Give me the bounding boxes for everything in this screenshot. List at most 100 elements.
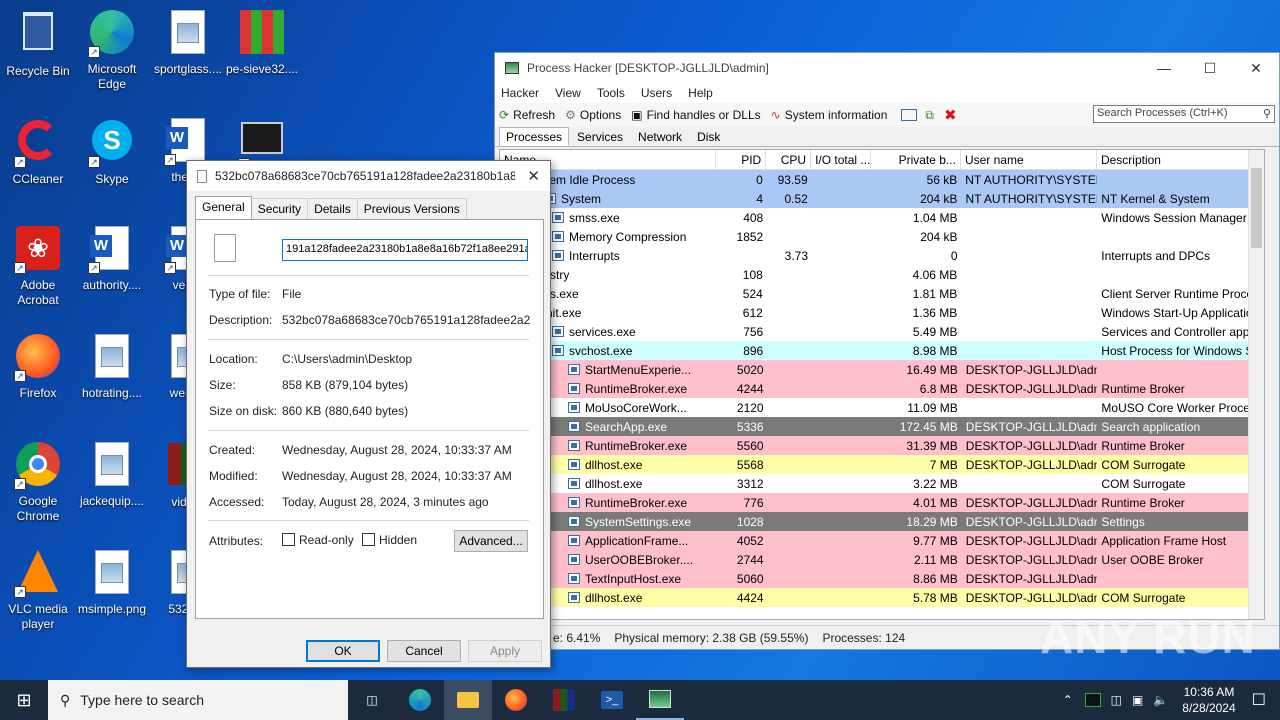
process-row[interactable]: ApplicationFrame... 4052 9.77 MB DESKTOP-JG… xyxy=(500,531,1264,550)
process-row[interactable]: RuntimeBroker.exe 5560 31.39 MB DESKTOP-JGL… xyxy=(500,436,1264,455)
process-row[interactable]: srss.exe 524 1.81 MB Client Server Runtime … xyxy=(500,284,1264,303)
process-row[interactable]: RuntimeBroker.exe 776 4.01 MB DESKTOP-JGLLJ… xyxy=(500,493,1264,512)
process-row[interactable]: dllhost.exe 5568 7 MB DESKTOP-JGLLJLD\admi C… xyxy=(500,455,1264,474)
tab-network[interactable]: Network xyxy=(631,127,689,146)
ok-button[interactable]: OK xyxy=(306,640,380,662)
device-icon[interactable]: ◫ xyxy=(1111,693,1122,707)
chevron-up-icon[interactable]: ⌃ xyxy=(1063,693,1073,707)
desktop-icon-jackequip-file[interactable]: jackequip.... xyxy=(74,440,150,509)
tab-security[interactable]: Security xyxy=(250,198,309,221)
network-icon[interactable]: ▣ xyxy=(1132,693,1143,707)
powershell-taskbar-button[interactable]: >_ xyxy=(588,680,636,720)
desktop-icon-google-chrome[interactable]: ↗ Google Chrome xyxy=(0,440,76,524)
tab-processes[interactable]: Processes xyxy=(499,127,570,146)
desktop-icon-adobe-acrobat[interactable]: ❀ ↗ Adobe Acrobat xyxy=(0,224,76,308)
process-row[interactable]: dllhost.exe 4424 5.78 MB DESKTOP-JGLLJLD\ad… xyxy=(500,588,1264,607)
process-search-input[interactable]: Search Processes (Ctrl+K) ⚲ xyxy=(1093,105,1275,123)
close-icon[interactable]: ✕ xyxy=(1233,53,1279,83)
file-explorer-taskbar-button[interactable] xyxy=(444,680,492,720)
network-activity-icon[interactable] xyxy=(1084,693,1101,707)
menu-users[interactable]: Users xyxy=(641,86,672,100)
process-row[interactable]: MoUsoCoreWork... 2120 11.09 MB MoUSO Core W… xyxy=(500,398,1264,417)
tab-general[interactable]: General xyxy=(195,196,252,219)
process-row[interactable]: System 4 0.52 204 kB NT AUTHORITY\SYSTEM NT K… xyxy=(500,189,1264,208)
col-user-name[interactable]: User name xyxy=(961,150,1097,169)
menu-hacker[interactable]: Hacker xyxy=(501,86,539,100)
scrollbar-thumb[interactable] xyxy=(1251,168,1262,248)
desktop-icon-sportglass-file[interactable]: sportglass.... xyxy=(150,8,226,77)
volume-icon[interactable]: 🔈 xyxy=(1153,693,1168,707)
menu-help[interactable]: Help xyxy=(688,86,713,100)
desktop-icon-microsoft-edge[interactable]: ↗ Microsoft Edge xyxy=(74,8,150,92)
filename-input[interactable]: 191a128fadee2a23180b1a8e8a16b72f1a8ee291… xyxy=(282,239,528,261)
col-pid[interactable]: PID xyxy=(716,150,767,169)
desktop-icon-skype[interactable]: S ↗ Skype xyxy=(74,116,150,187)
process-row[interactable]: UserOOBEBroker.... 2744 2.11 MB DESKTOP-JGL… xyxy=(500,550,1264,569)
process-row[interactable]: StartMenuExperie... 5020 16.49 MB DESKTOP-J… xyxy=(500,360,1264,379)
process-row[interactable]: ystem Idle Process 0 93.59 56 kB NT AUTHORIT… xyxy=(500,170,1264,189)
terminate-icon[interactable]: ✖ xyxy=(944,106,957,124)
tab-previous-versions[interactable]: Previous Versions xyxy=(356,198,467,221)
readonly-check[interactable] xyxy=(282,533,295,546)
hidden-check[interactable] xyxy=(362,533,375,546)
process-row[interactable]: ininit.exe 612 1.36 MB Windows Start-Up App… xyxy=(500,303,1264,322)
process-row[interactable]: services.exe 756 5.49 MB Services and Contr… xyxy=(500,322,1264,341)
desktop-icon-firefox[interactable]: ↗ Firefox xyxy=(0,332,76,401)
close-icon[interactable]: ✕ xyxy=(527,167,540,185)
process-row[interactable]: SystemSettings.exe 1028 18.29 MB DESKTOP-JG… xyxy=(500,512,1264,531)
tab-details[interactable]: Details xyxy=(307,198,358,221)
cancel-button[interactable]: Cancel xyxy=(387,640,461,662)
process-row[interactable]: SearchApp.exe 5336 172.45 MB DESKTOP-JGLLJL… xyxy=(500,417,1264,436)
menu-tools[interactable]: Tools xyxy=(597,86,625,100)
desktop-icon-recycle-bin[interactable]: Recycle Bin xyxy=(0,8,76,79)
desktop-icon-label: pe-sieve32.... xyxy=(225,62,299,76)
col-cpu[interactable]: CPU xyxy=(766,150,812,169)
refresh-button[interactable]: ⟳ Refresh xyxy=(499,108,555,122)
process-row[interactable]: egistry 108 4.06 MB xyxy=(500,265,1264,284)
process-row[interactable]: RuntimeBroker.exe 4244 6.8 MB DESKTOP-JGLLJ… xyxy=(500,379,1264,398)
apply-button[interactable]: Apply xyxy=(468,640,542,662)
desktop-icon-hotrating-file[interactable]: hotrating.... xyxy=(74,332,150,401)
col-io[interactable]: I/O total ... xyxy=(811,150,872,169)
col-private-bytes[interactable]: Private b... xyxy=(871,150,961,169)
notification-icon[interactable]: ☐ xyxy=(1252,690,1266,710)
dialog-titlebar[interactable]: 532bc078a68683ce70cb765191a128fadee2a231… xyxy=(187,161,550,191)
find-handles-button[interactable]: ▣ Find handles or DLLs xyxy=(631,108,760,122)
desktop-icon-vlc-media-player[interactable]: ↗ VLC media player xyxy=(0,548,76,632)
desktop-icon-msimple-file[interactable]: msimple.png xyxy=(74,548,150,617)
desktop-icon-authority-file[interactable]: W ↗ authority.... xyxy=(74,224,150,293)
window-icon[interactable] xyxy=(901,109,918,121)
process-row[interactable]: Memory Compression 1852 204 kB xyxy=(500,227,1264,246)
readonly-checkbox[interactable]: Read-only xyxy=(282,533,354,547)
process-row[interactable]: dllhost.exe 3312 3.22 MB COM Surrogate xyxy=(500,474,1264,493)
options-button[interactable]: ⚙ Options xyxy=(565,108,621,122)
find-window-icon[interactable]: ⧉ xyxy=(925,108,934,123)
col-description[interactable]: Description xyxy=(1097,150,1264,169)
process-tree[interactable]: Name PID CPU I/O total ... Private b... … xyxy=(499,149,1265,620)
clock[interactable]: 10:36 AM 8/28/2024 xyxy=(1182,684,1235,716)
process-row[interactable]: smss.exe 408 1.04 MB Windows Session Manage… xyxy=(500,208,1264,227)
task-view-button[interactable]: ◫ xyxy=(348,680,396,720)
vertical-scrollbar[interactable] xyxy=(1248,150,1264,619)
menu-view[interactable]: View xyxy=(555,86,581,100)
process-row[interactable]: Interrupts 3.73 0 Interrupts and DPCs xyxy=(500,246,1264,265)
taskbar-search[interactable]: ⚲ Type here to search xyxy=(48,680,348,720)
minimize-icon[interactable]: — xyxy=(1141,53,1187,83)
tab-disk[interactable]: Disk xyxy=(690,127,727,146)
process-user-cell: DESKTOP-JGLLJLD\admi xyxy=(965,552,1098,567)
ph-titlebar[interactable]: Process Hacker [DESKTOP-JGLLJLD\admin] —… xyxy=(495,53,1279,83)
advanced-button[interactable]: Advanced... xyxy=(454,530,528,552)
process-row[interactable]: svchost.exe 896 8.98 MB Host Process for Wi… xyxy=(500,341,1264,360)
process-hacker-taskbar-button[interactable] xyxy=(636,680,684,720)
desktop-icon-pe-sieve-file[interactable]: pe-sieve32.... xyxy=(224,8,300,77)
start-button[interactable]: ⊞ xyxy=(0,680,48,720)
firefox-taskbar-button[interactable] xyxy=(492,680,540,720)
desktop-icon-ccleaner[interactable]: ↗ CCleaner xyxy=(0,116,76,187)
hidden-checkbox[interactable]: Hidden xyxy=(362,533,417,547)
tab-services[interactable]: Services xyxy=(570,127,630,146)
maximize-icon[interactable]: ☐ xyxy=(1187,53,1233,83)
system-information-button[interactable]: ∿ System information xyxy=(771,108,888,122)
edge-taskbar-button[interactable] xyxy=(396,680,444,720)
winrar-taskbar-button[interactable] xyxy=(540,680,588,720)
process-row[interactable]: TextInputHost.exe 5060 8.86 MB DESKTOP-JGLL… xyxy=(500,569,1264,588)
